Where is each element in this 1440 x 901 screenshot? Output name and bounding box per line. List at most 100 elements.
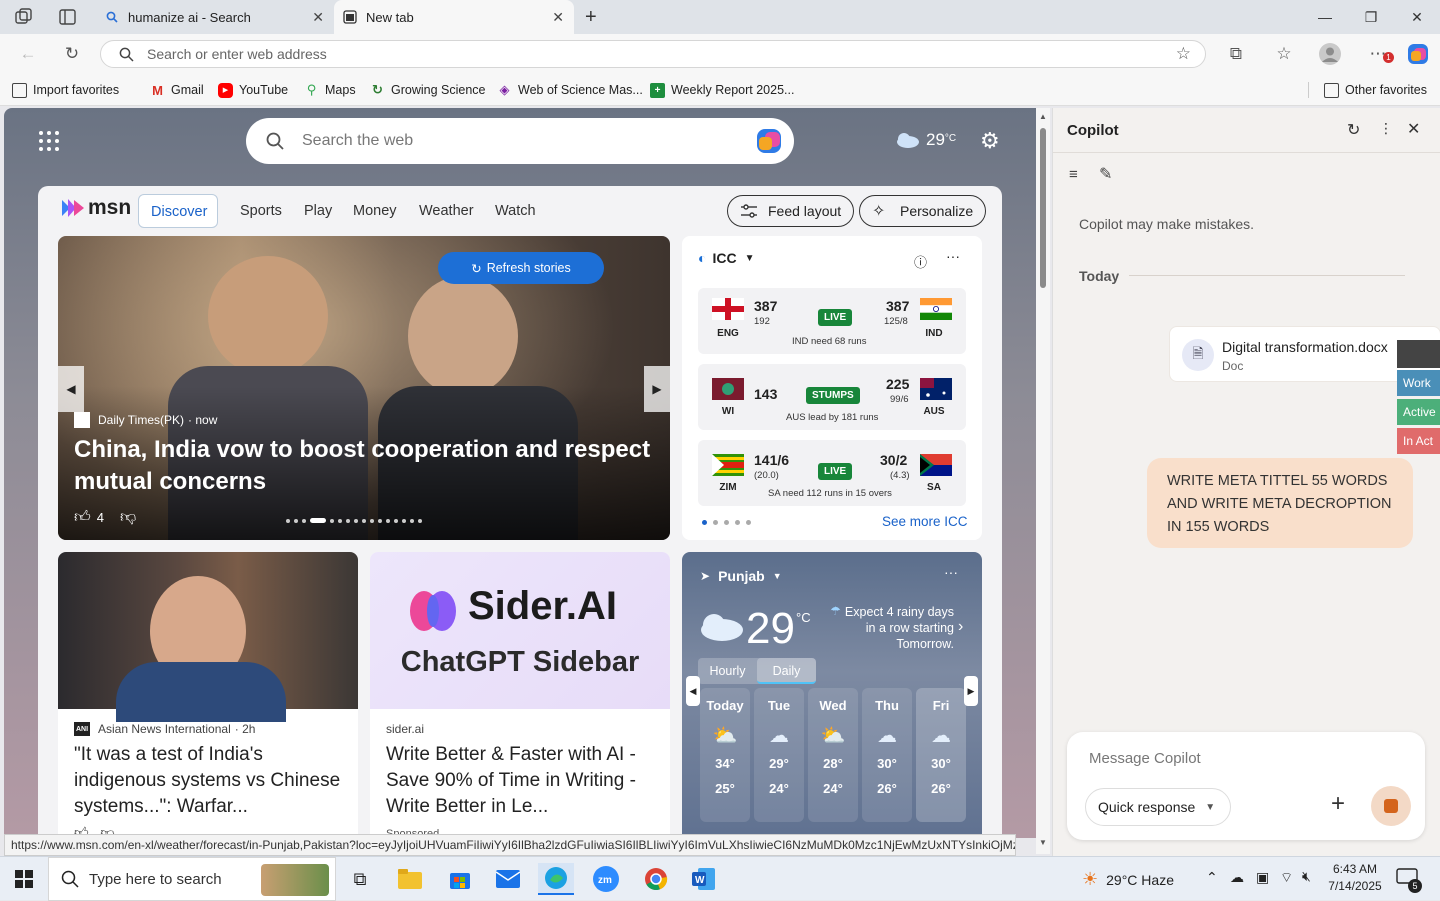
store-icon[interactable] xyxy=(442,863,478,895)
tab-actions-icon[interactable] xyxy=(58,8,78,26)
thumbs-down-icon[interactable]: 👎︎ xyxy=(120,508,136,527)
see-more-icc-link[interactable]: See more ICC xyxy=(882,514,968,529)
match-eng-ind[interactable]: ENG 387 192 LIVE 387 125/8 IND IND need … xyxy=(698,288,966,354)
carousel-prev-button[interactable]: ◀ xyxy=(58,366,84,412)
bookmark-weekly-report[interactable]: + Weekly Report 2025... xyxy=(650,74,794,106)
forecast-prev-button[interactable]: ◀ xyxy=(686,676,700,706)
taskbar-weather[interactable]: ☀ 29°C Haze xyxy=(1082,869,1174,890)
bookmark-other-favorites[interactable]: Other favorites xyxy=(1324,74,1427,106)
tab-watch[interactable]: Watch xyxy=(495,203,536,219)
bookmark-youtube[interactable]: ▶ YouTube xyxy=(218,74,288,106)
forecast-day[interactable]: Fri ☁ 30° 26° xyxy=(916,688,966,822)
zoom-icon[interactable]: zm xyxy=(588,863,624,895)
msn-logo[interactable]: msn xyxy=(60,196,131,220)
hero-headline[interactable]: China, India vow to boost cooperation an… xyxy=(74,434,654,498)
carousel-dots[interactable] xyxy=(286,518,422,523)
cloud-sync-icon[interactable]: ☁ xyxy=(1230,869,1244,886)
icc-header[interactable]: ◐ ICC ▼ xyxy=(698,250,755,266)
task-view-icon[interactable]: ⧉ xyxy=(342,863,378,895)
notifications-icon[interactable]: 5 xyxy=(1396,867,1422,893)
scrollbar-thumb[interactable] xyxy=(1040,128,1046,288)
chevron-up-icon[interactable]: ⌃ xyxy=(1206,869,1218,886)
tab-money[interactable]: Money xyxy=(353,203,397,219)
response-mode-select[interactable]: Quick response ▼ xyxy=(1085,788,1231,826)
tab-new-tab[interactable]: New tab ✕ xyxy=(334,0,574,34)
extensions-icon[interactable]: ⧉ xyxy=(1222,40,1250,68)
tab-sports[interactable]: Sports xyxy=(240,203,282,219)
sponsored-card[interactable]: Sider.AI ChatGPT Sidebar sider.ai Write … xyxy=(370,552,670,838)
forecast-day[interactable]: Today ⛅ 34° 25° xyxy=(700,688,750,822)
more-options-icon[interactable]: ⋮ xyxy=(1379,120,1393,137)
bookmark-growing-science[interactable]: ↻ Growing Science xyxy=(370,74,485,106)
news-headline[interactable]: "It was a test of India's indigenous sys… xyxy=(74,742,346,820)
clock[interactable]: 6:43 AM 7/14/2025 xyxy=(1326,861,1384,895)
hero-carousel[interactable]: ↻ Refresh stories ◀ ▶ Daily Times(PK) · … xyxy=(58,236,670,540)
tab-play[interactable]: Play xyxy=(304,203,332,219)
side-tag-work[interactable]: Work xyxy=(1397,370,1440,396)
add-icon[interactable]: + xyxy=(1331,790,1345,818)
settings-more-icon[interactable]: ⋯ 1 xyxy=(1364,40,1394,68)
weather-card[interactable]: ➤ Punjab ▼ ··· 29 °C ☂ Expect 4 rainy da… xyxy=(682,552,982,838)
windows-start-icon[interactable] xyxy=(6,863,42,895)
new-chat-icon[interactable]: ✎ xyxy=(1099,164,1112,184)
mail-icon[interactable] xyxy=(490,863,526,895)
side-tag-active[interactable]: Active xyxy=(1397,399,1440,425)
tab-weather[interactable]: Weather xyxy=(419,203,474,219)
refresh-stories-button[interactable]: ↻ Refresh stories xyxy=(438,252,604,284)
info-icon[interactable]: ⓘ xyxy=(914,252,927,271)
weather-alert[interactable]: Expect 4 rainy days in a row starting To… xyxy=(832,604,954,652)
page-scrollbar[interactable]: ▲ ▼ xyxy=(1036,108,1050,854)
close-window-icon[interactable]: ✕ xyxy=(1394,0,1440,34)
volume-muted-icon[interactable]: 🔇︎ xyxy=(1302,868,1311,885)
favorite-star-icon[interactable]: ☆ xyxy=(1176,44,1191,64)
tab-daily[interactable]: Daily xyxy=(757,658,816,684)
close-tab-icon[interactable]: ✕ xyxy=(312,9,324,26)
refresh-icon[interactable]: ↻ xyxy=(1347,120,1360,140)
refresh-icon[interactable]: ↻ xyxy=(58,40,86,68)
more-options-icon[interactable]: ··· xyxy=(946,248,960,264)
close-icon[interactable]: ✕ xyxy=(1407,119,1420,139)
word-icon[interactable]: W xyxy=(686,863,722,895)
taskbar-search[interactable]: Type here to search xyxy=(48,857,336,901)
chevron-right-icon[interactable]: › xyxy=(958,618,963,636)
forecast-day[interactable]: Wed ⛅ 28° 24° xyxy=(808,688,858,822)
stop-button[interactable] xyxy=(1371,786,1411,826)
match-zim-sa[interactable]: ZIM 141/6 (20.0) LIVE 30/2 (4.3) SA SA n… xyxy=(698,440,966,506)
forecast-next-button[interactable]: ▶ xyxy=(964,676,978,706)
tab-humanize-search[interactable]: humanize ai - Search ✕ xyxy=(96,0,334,34)
weather-view-toggle[interactable]: Hourly Daily xyxy=(698,658,816,684)
close-tab-icon[interactable]: ✕ xyxy=(552,9,564,26)
network-icon[interactable]: ▣ xyxy=(1256,869,1269,886)
copilot-icon[interactable] xyxy=(1404,40,1432,68)
side-tag-inactive[interactable]: In Act xyxy=(1397,428,1440,454)
bookmark-import-favorites[interactable]: Import favorites xyxy=(12,74,119,106)
apps-grid-icon[interactable] xyxy=(38,130,60,152)
match-wi-aus[interactable]: WI 143 STUMPS 225 99/6 AUS AUS lead by 1… xyxy=(698,364,966,430)
bookmark-gmail[interactable]: M Gmail xyxy=(150,74,204,106)
more-options-icon[interactable]: ··· xyxy=(944,564,958,580)
address-bar[interactable]: Search or enter web address ☆ xyxy=(100,40,1206,68)
profile-avatar[interactable] xyxy=(1316,40,1344,68)
back-icon[interactable]: ← xyxy=(14,40,42,68)
copilot-icon[interactable] xyxy=(754,126,784,161)
weather-widget[interactable]: 29 °C xyxy=(894,130,956,150)
web-search-box[interactable]: Search the web xyxy=(246,118,794,164)
message-input[interactable]: Message Copilot xyxy=(1089,750,1201,767)
new-tab-plus-icon[interactable]: + xyxy=(585,6,597,29)
carousel-next-button[interactable]: ▶ xyxy=(644,366,670,412)
tab-discover[interactable]: Discover xyxy=(138,194,218,228)
wifi-icon[interactable]: ⌔ xyxy=(1280,869,1293,887)
edge-icon[interactable] xyxy=(538,863,574,895)
minimize-icon[interactable]: — xyxy=(1302,0,1348,34)
forecast-day[interactable]: Thu ☁ 30° 26° xyxy=(862,688,912,822)
news-headline[interactable]: Write Better & Faster with AI - Save 90%… xyxy=(386,742,658,820)
tab-hourly[interactable]: Hourly xyxy=(698,658,757,684)
news-card[interactable]: ANI Asian News International · 2h "It wa… xyxy=(58,552,358,838)
favorites-icon[interactable]: ☆ xyxy=(1270,40,1298,68)
forecast-day[interactable]: Tue ☁ 29° 24° xyxy=(754,688,804,822)
bookmark-maps[interactable]: ⚲ Maps xyxy=(304,74,356,106)
weather-location[interactable]: ➤ Punjab ▼ xyxy=(700,568,782,584)
personalize-button[interactable]: ✧ Personalize xyxy=(859,195,987,227)
restore-icon[interactable]: ❐ xyxy=(1348,0,1394,34)
file-explorer-icon[interactable] xyxy=(392,863,428,895)
